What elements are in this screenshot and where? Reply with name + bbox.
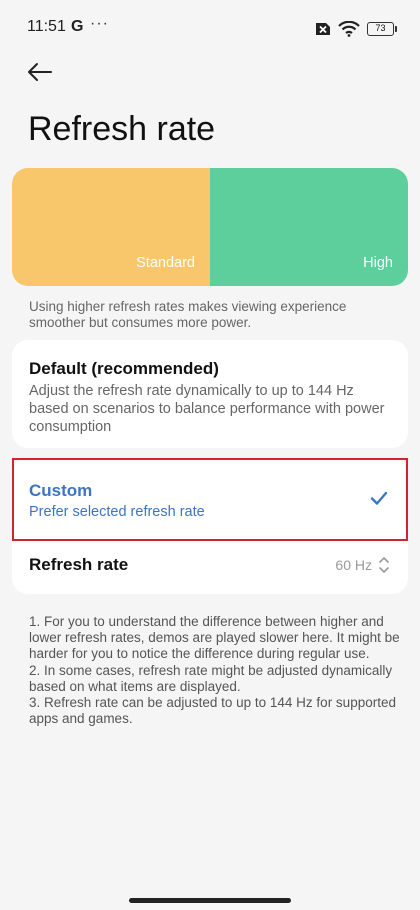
back-arrow-icon [28, 63, 52, 81]
refresh-rate-preview: Standard High [12, 168, 408, 286]
more-notifications-icon: ··· [90, 15, 109, 32]
status-time: 11:51 [27, 18, 66, 35]
preview-high-panel: High [210, 168, 408, 286]
note-item: 3. Refresh rate can be adjusted to up to… [29, 695, 396, 727]
notes: 1. For you to understand the difference … [29, 614, 401, 727]
option-custom-title: Custom [29, 481, 93, 500]
refresh-rate-value: 60 Hz [335, 557, 372, 573]
no-sim-icon [316, 23, 330, 35]
preview-high-label: High [363, 255, 393, 271]
option-custom-subtitle: Prefer selected refresh rate [29, 504, 205, 520]
preview-standard-label: Standard [136, 255, 195, 271]
option-default-subtitle: Adjust the refresh rate dynamically to u… [29, 383, 385, 435]
battery-icon: 73 [367, 22, 397, 36]
status-bar: 11:51 G ··· 73 [0, 0, 420, 56]
google-icon: G [71, 18, 84, 35]
refresh-rate-label: Refresh rate [29, 555, 129, 574]
status-icons: 73 [313, 19, 397, 39]
option-default-title: Default (recommended) [29, 359, 219, 378]
refresh-rate-selector[interactable]: Refresh rate 60 Hz [12, 545, 408, 590]
note-item: 1. For you to understand the difference … [29, 614, 400, 662]
chevron-up-down-icon [379, 557, 389, 573]
option-custom[interactable]: Custom Prefer selected refresh rate [12, 458, 408, 541]
back-button[interactable] [26, 58, 58, 86]
page-title: Refresh rate [28, 110, 216, 148]
wifi-icon [338, 21, 360, 37]
preview-standard-panel: Standard [12, 168, 210, 286]
note-item: 2. In some cases, refresh rate might be … [29, 662, 393, 694]
description-text: Using higher refresh rates makes viewing… [29, 299, 347, 330]
home-indicator[interactable] [129, 898, 291, 903]
option-default[interactable]: Default (recommended) Adjust the refresh… [12, 340, 408, 448]
checkmark-icon [370, 491, 388, 505]
